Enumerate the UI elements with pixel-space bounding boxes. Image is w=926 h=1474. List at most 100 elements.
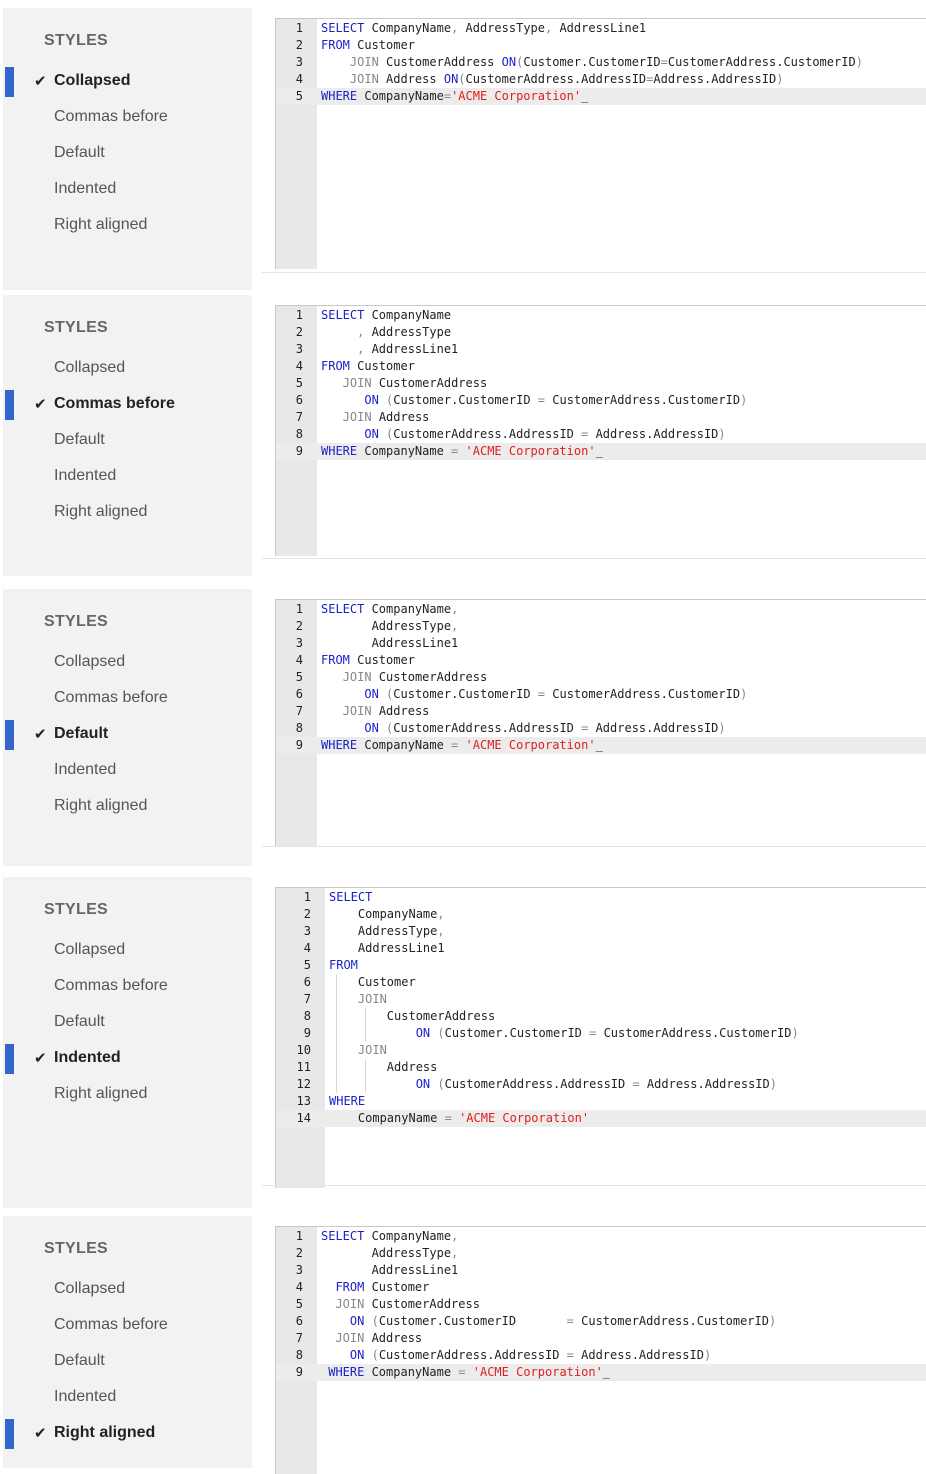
code-text: CustomerAddress	[329, 1008, 495, 1025]
style-option-right-aligned[interactable]: ✔Right aligned	[3, 1080, 252, 1108]
code-line[interactable]: 13 WHERE	[276, 1093, 926, 1110]
sql-keyword: SELECT	[321, 602, 365, 616]
style-option-indented[interactable]: ✔Indented	[3, 462, 252, 490]
sql-operator: ,	[451, 619, 459, 633]
code-line[interactable]: 3 AddressLine1	[276, 1262, 926, 1279]
code-line[interactable]: 9 WHERE CompanyName = 'ACME Corporation'_	[276, 737, 926, 754]
sql-code-editor[interactable]: 1 SELECT CompanyName 2 , AddressType 3 , Ad…	[275, 305, 926, 556]
code-line[interactable]: 8 ON (CustomerAddress.AddressID = Addres…	[276, 426, 926, 443]
style-option-collapsed[interactable]: ✔Collapsed	[3, 1275, 252, 1303]
sql-code-editor[interactable]: 1 SELECT CompanyName, 2 AddressType, 3 Addr…	[275, 599, 926, 846]
code-line[interactable]: 4 JOIN Address ON(CustomerAddress.Addres…	[276, 71, 926, 88]
style-option-right-aligned[interactable]: ✔Right aligned	[3, 498, 252, 526]
style-option-indented[interactable]: ✔Indented	[3, 756, 252, 784]
code-text: , AddressLine1	[321, 341, 458, 358]
line-number: 3	[295, 1263, 303, 1277]
style-option-default[interactable]: ✔Default	[3, 139, 252, 167]
code-line[interactable]: 8 ON (CustomerAddress.AddressID = Addres…	[276, 720, 926, 737]
sql-identifier: Customer.CustomerID	[444, 1026, 590, 1040]
sql-code-editor[interactable]: 1 SELECT CompanyName, 2 AddressType, 3 Addr…	[275, 1226, 926, 1474]
code-line[interactable]: 2 CompanyName,	[276, 906, 926, 923]
sql-operator: )	[855, 55, 863, 69]
sql-identifier	[321, 72, 350, 86]
sql-operator: ,	[451, 1246, 459, 1260]
style-option-commas-before[interactable]: ✔Commas before	[3, 103, 252, 131]
code-line[interactable]: 2 , AddressType	[276, 324, 926, 341]
panel-divider	[262, 1185, 926, 1186]
code-line[interactable]: 14 CompanyName = 'ACME Corporation'	[276, 1110, 926, 1127]
sql-keyword: ON	[349, 1314, 365, 1328]
code-line[interactable]: 1 SELECT CompanyName	[276, 307, 926, 324]
code-line[interactable]: 7 JOIN Address	[276, 409, 926, 426]
sql-identifier	[321, 704, 343, 718]
sql-code-editor[interactable]: 1 SELECT 2 CompanyName, 3 AddressType, 4 Add…	[275, 887, 926, 1188]
code-line[interactable]: 5 FROM	[276, 957, 926, 974]
code-line[interactable]: 4 AddressLine1	[276, 940, 926, 957]
style-option-collapsed[interactable]: ✔Collapsed	[3, 648, 252, 676]
code-line[interactable]: 9 WHERE CompanyName = 'ACME Corporation'_	[276, 443, 926, 460]
code-text: Customer	[329, 974, 416, 991]
style-option-default[interactable]: ✔Default	[3, 720, 252, 750]
code-line[interactable]: 2 AddressType,	[276, 618, 926, 635]
code-line[interactable]: 5 JOIN CustomerAddress	[276, 375, 926, 392]
style-option-collapsed[interactable]: ✔Collapsed	[3, 354, 252, 382]
code-line[interactable]: 7 JOIN	[276, 991, 926, 1008]
code-line[interactable]: 12 ON (CustomerAddress.AddressID = Addre…	[276, 1076, 926, 1093]
sql-keyword: FROM	[321, 653, 350, 667]
code-line[interactable]: 5 JOIN CustomerAddress	[276, 669, 926, 686]
style-option-commas-before[interactable]: ✔Commas before	[3, 972, 252, 1000]
style-option-commas-before[interactable]: ✔Commas before	[3, 390, 252, 420]
sql-operator: )	[768, 1314, 777, 1328]
code-line[interactable]: 11 Address	[276, 1059, 926, 1076]
code-line[interactable]: 6 ON (Customer.CustomerID = CustomerAddr…	[276, 686, 926, 703]
code-line[interactable]: 1 SELECT CompanyName, AddressType, Addres…	[276, 20, 926, 37]
style-option-collapsed[interactable]: ✔Collapsed	[3, 936, 252, 964]
style-option-indented[interactable]: ✔Indented	[3, 1383, 252, 1411]
style-option-default[interactable]: ✔Default	[3, 1008, 252, 1036]
style-option-right-aligned[interactable]: ✔Right aligned	[3, 1419, 252, 1449]
code-line[interactable]: 4 FROM Customer	[276, 1279, 926, 1296]
code-text: WHERE	[329, 1093, 365, 1110]
style-option-commas-before[interactable]: ✔Commas before	[3, 684, 252, 712]
code-line[interactable]: 9 ON (Customer.CustomerID = CustomerAddr…	[276, 1025, 926, 1042]
code-line[interactable]: 4 FROM Customer	[276, 652, 926, 669]
code-line[interactable]: 7 JOIN Address	[276, 703, 926, 720]
code-line[interactable]: 2 FROM Customer	[276, 37, 926, 54]
code-line[interactable]: 8 CustomerAddress	[276, 1008, 926, 1025]
sql-operator: (	[371, 1348, 379, 1362]
code-line[interactable]: 8 ON (CustomerAddress.AddressID = Addres…	[276, 1347, 926, 1364]
sql-operator: )	[740, 393, 748, 407]
code-line[interactable]: 10 JOIN	[276, 1042, 926, 1059]
code-line[interactable]: 3 AddressType,	[276, 923, 926, 940]
code-line[interactable]: 6 ON (Customer.CustomerID = CustomerAddr…	[276, 1313, 926, 1330]
code-line[interactable]: 2 AddressType,	[276, 1245, 926, 1262]
code-line[interactable]: 5 WHERE CompanyName='ACME Corporation'_	[276, 88, 926, 105]
code-line[interactable]: 3 , AddressLine1	[276, 341, 926, 358]
sql-keyword: SELECT	[321, 21, 365, 35]
style-option-default[interactable]: ✔Default	[3, 426, 252, 454]
sql-code-editor[interactable]: 1 SELECT CompanyName, AddressType, Addres…	[275, 18, 926, 269]
code-line[interactable]: 1 SELECT CompanyName,	[276, 1228, 926, 1245]
code-line[interactable]: 9 WHERE CompanyName = 'ACME Corporation'…	[276, 1364, 926, 1381]
style-panel-collapsed: STYLES ✔ Collapsed ✔Commas before ✔Default ✔I…	[0, 8, 926, 290]
sql-identifier	[379, 427, 386, 441]
style-option-label: Commas before	[54, 689, 168, 706]
style-option-right-aligned[interactable]: ✔Right aligned	[3, 792, 252, 820]
code-line[interactable]: 1 SELECT	[276, 889, 926, 906]
code-line[interactable]: 4 FROM Customer	[276, 358, 926, 375]
code-line[interactable]: 7 JOIN Address	[276, 1330, 926, 1347]
code-text: ON (Customer.CustomerID = CustomerAddres…	[321, 686, 747, 703]
code-line[interactable]: 3 JOIN CustomerAddress ON(Customer.Custo…	[276, 54, 926, 71]
style-option-default[interactable]: ✔Default	[3, 1347, 252, 1375]
style-option-commas-before[interactable]: ✔Commas before	[3, 1311, 252, 1339]
sql-identifier	[321, 1314, 350, 1328]
code-line[interactable]: 1 SELECT CompanyName,	[276, 601, 926, 618]
code-line[interactable]: 6 ON (Customer.CustomerID = CustomerAddr…	[276, 392, 926, 409]
style-option-collapsed[interactable]: ✔Collapsed	[3, 67, 252, 97]
code-line[interactable]: 3 AddressLine1	[276, 635, 926, 652]
code-line[interactable]: 6 Customer	[276, 974, 926, 991]
style-option-indented[interactable]: ✔Indented	[3, 1044, 252, 1074]
style-option-indented[interactable]: ✔Indented	[3, 175, 252, 203]
code-line[interactable]: 5 JOIN CustomerAddress	[276, 1296, 926, 1313]
style-option-right-aligned[interactable]: ✔Right aligned	[3, 211, 252, 239]
